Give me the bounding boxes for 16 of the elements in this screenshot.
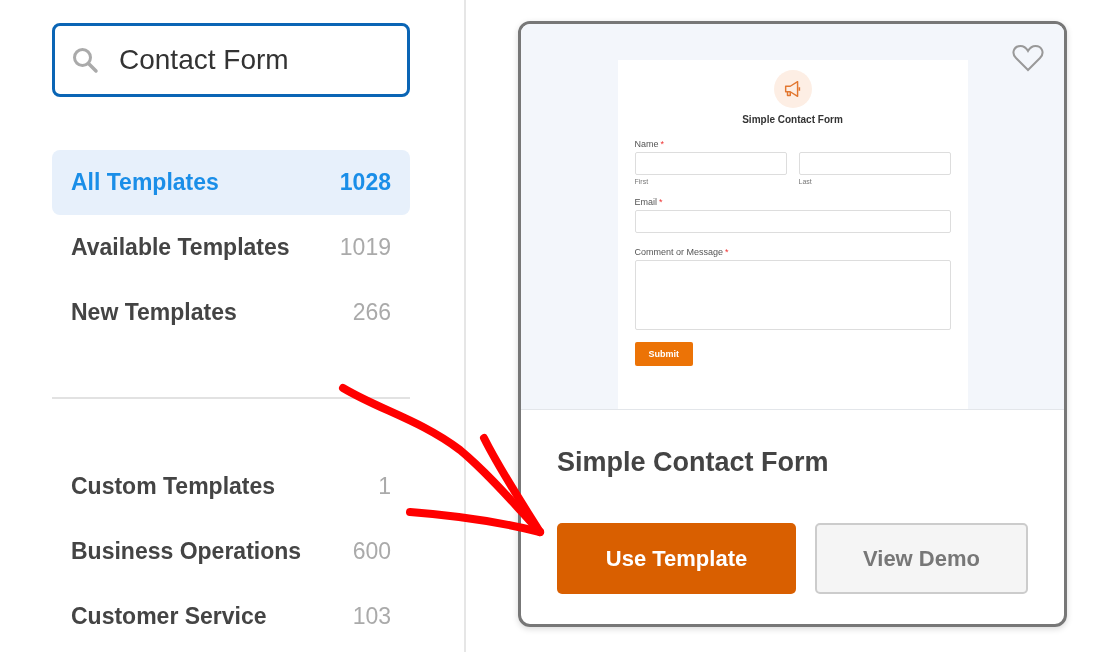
search-field[interactable]: Contact Form xyxy=(52,23,410,97)
category-item[interactable]: Custom Templates 1 xyxy=(52,454,410,519)
view-demo-button[interactable]: View Demo xyxy=(815,523,1028,594)
search-icon xyxy=(71,46,99,74)
category-item[interactable]: New Templates 266 xyxy=(52,280,410,345)
template-title: Simple Contact Form xyxy=(557,447,830,478)
category-item[interactable]: Available Templates 1019 xyxy=(52,215,410,280)
category-item[interactable]: Business Operations 600 xyxy=(52,519,410,584)
heart-icon[interactable] xyxy=(1012,44,1044,72)
category-item[interactable]: Customer Service 103 xyxy=(52,584,410,649)
field-label: Comment or Message * xyxy=(634,247,730,257)
use-template-button[interactable]: Use Template xyxy=(557,523,796,594)
field-label: Email * xyxy=(634,197,664,207)
field-label: Name * xyxy=(634,139,666,149)
form-title: Simple Contact Form xyxy=(741,114,844,125)
megaphone-icon xyxy=(773,70,812,108)
